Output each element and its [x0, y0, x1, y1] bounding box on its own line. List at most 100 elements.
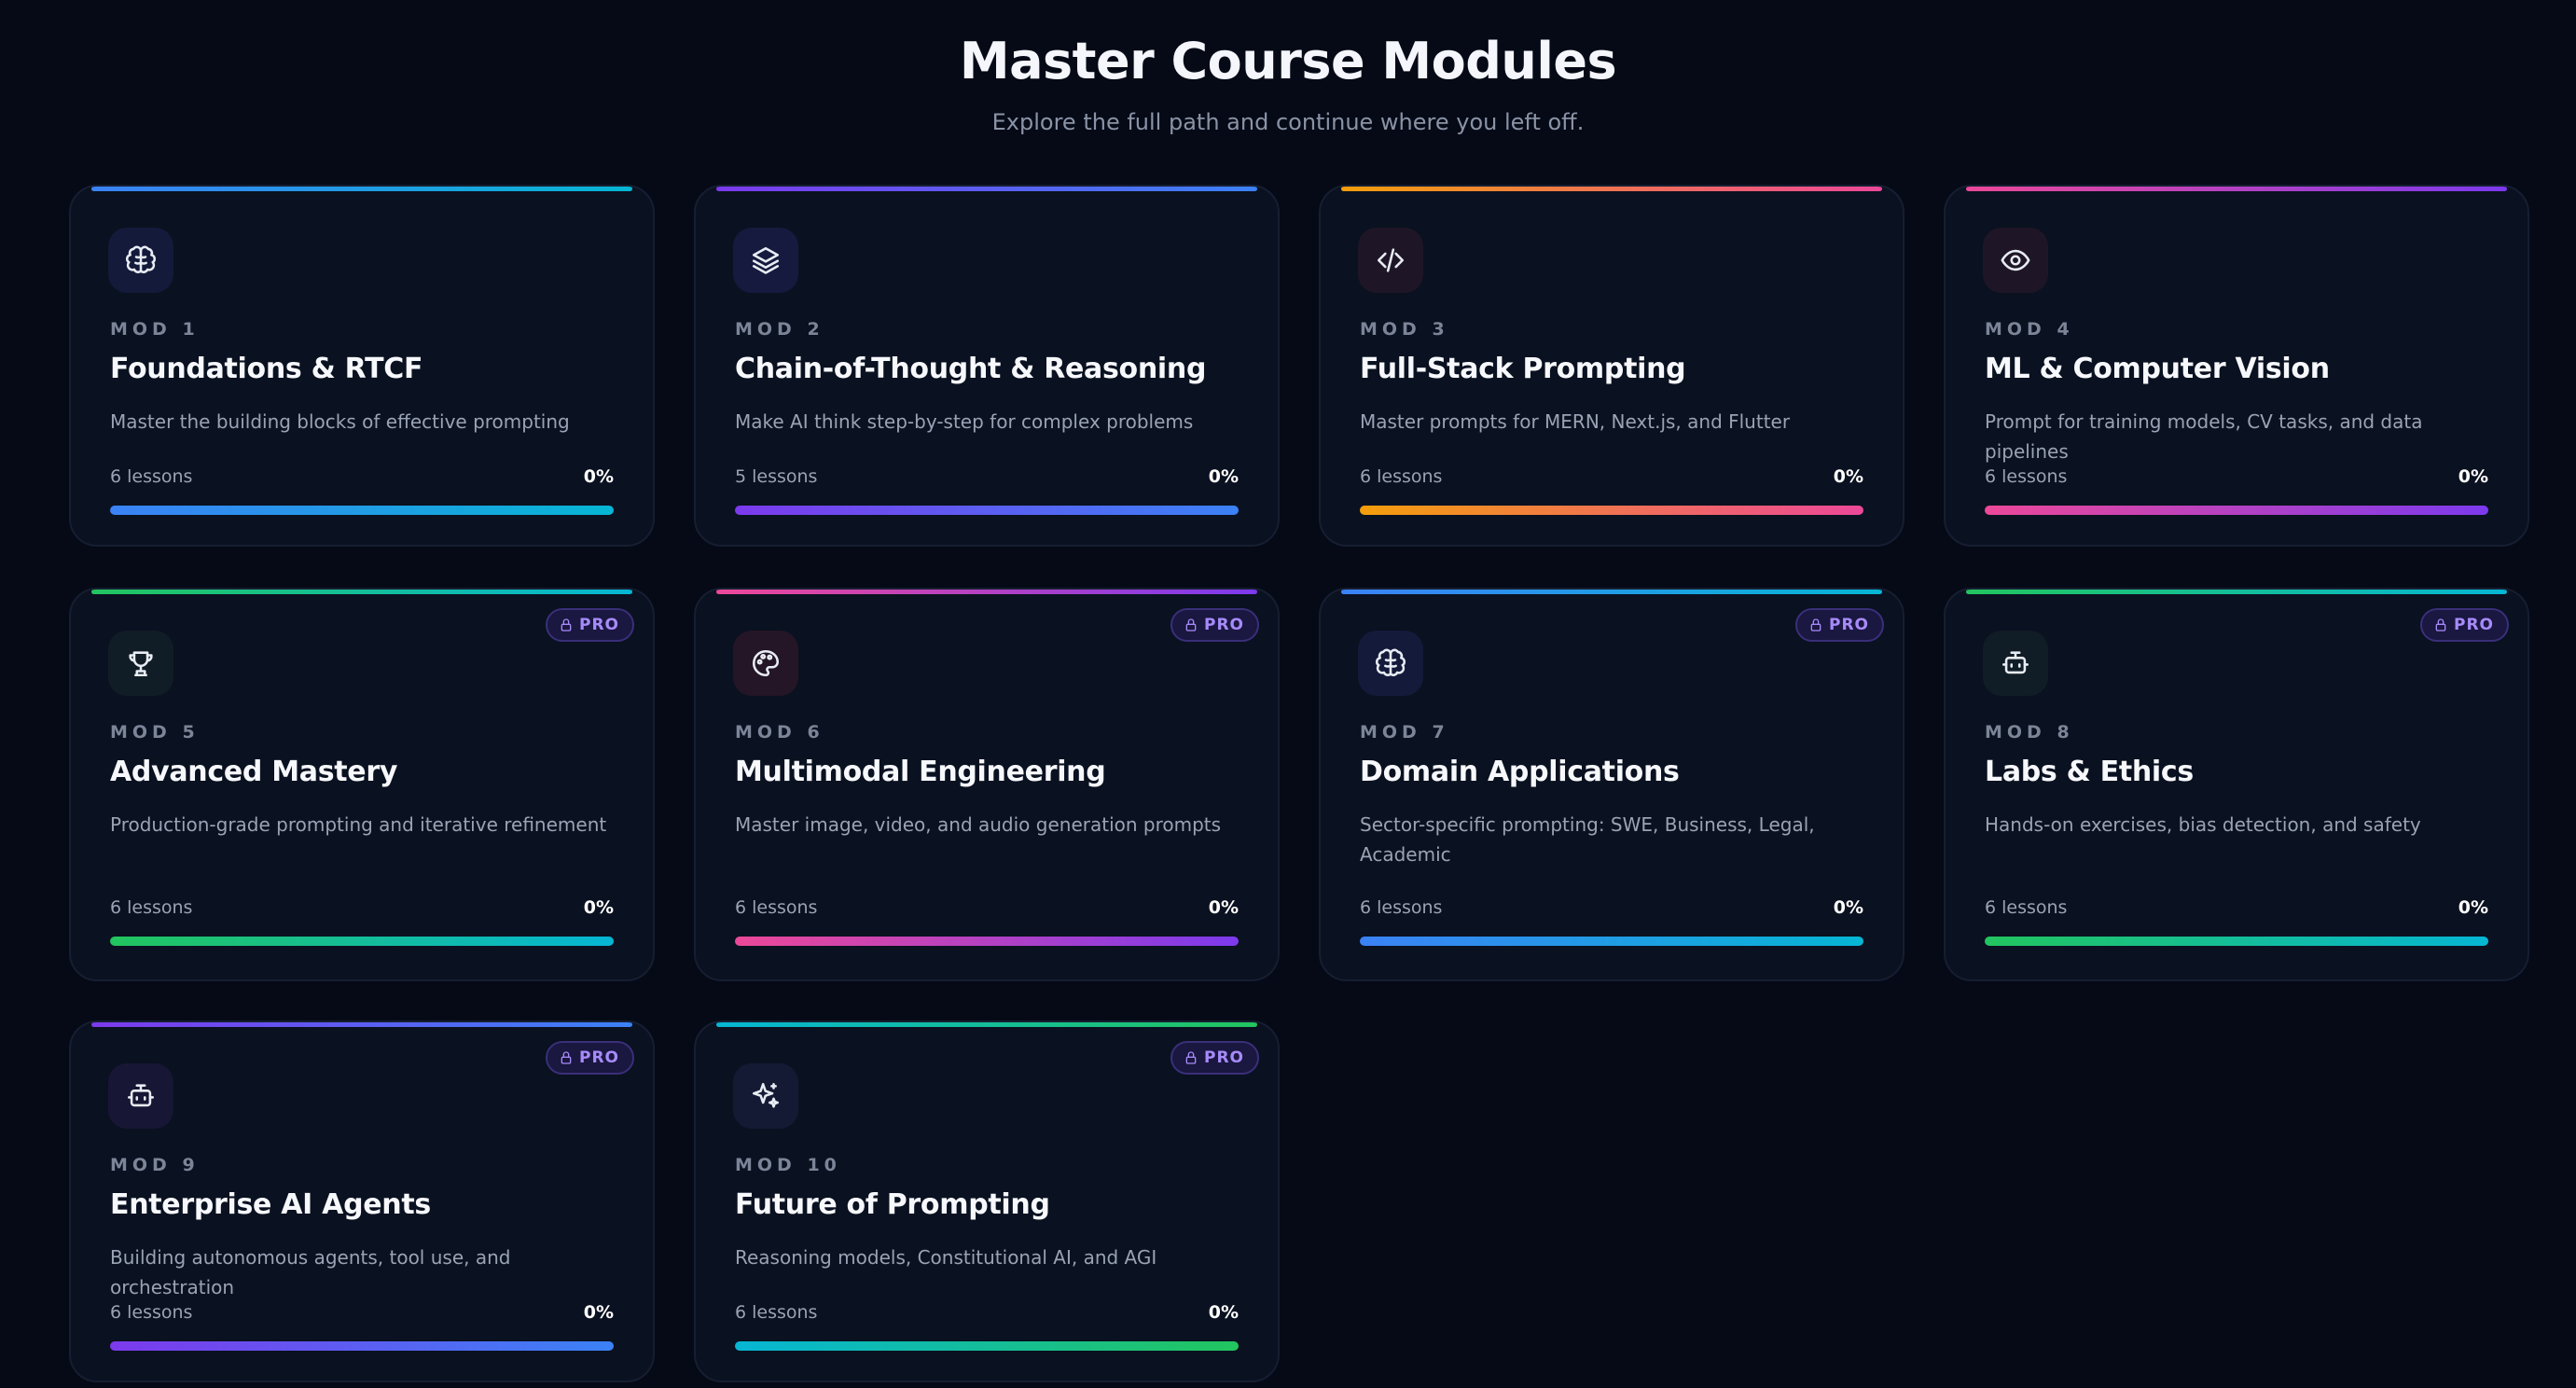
progress-percent: 0%: [1208, 466, 1239, 487]
module-number: MOD 10: [735, 1155, 841, 1175]
module-title: ML & Computer Vision: [1985, 353, 2330, 385]
card-accent-bar: [91, 187, 632, 191]
sparkles-icon: [752, 1082, 780, 1108]
module-icon-box: [108, 228, 173, 293]
module-card-1[interactable]: MOD 1 Foundations & RTCF Master the buil…: [69, 185, 655, 547]
module-meta: 6 lessons 0%: [1985, 466, 2488, 487]
progress-percent: 0%: [583, 466, 614, 487]
brain-icon: [1376, 648, 1406, 676]
lock-icon: [1810, 618, 1821, 632]
module-grid: MOD 1 Foundations & RTCF Master the buil…: [69, 185, 2529, 1382]
pro-badge: PRO: [545, 1041, 634, 1075]
module-description: Master image, video, and audio generatio…: [735, 813, 1222, 836]
lock-icon: [561, 1051, 572, 1064]
module-meta: 6 lessons 0%: [1360, 897, 1863, 918]
module-description: Building autonomous agents, tool use, an…: [110, 1246, 511, 1298]
progress-percent: 0%: [583, 1302, 614, 1323]
card-accent-bar: [716, 187, 1257, 191]
lesson-count: 6 lessons: [110, 1302, 193, 1323]
lesson-count: 6 lessons: [1360, 897, 1443, 918]
lock-icon: [1185, 618, 1197, 632]
lesson-count: 6 lessons: [110, 466, 193, 487]
pro-badge-label: PRO: [578, 616, 619, 634]
card-accent-bar: [1341, 187, 1882, 191]
module-number: MOD 3: [1360, 319, 1449, 340]
module-meta: 6 lessons 0%: [1985, 897, 2488, 918]
module-description: Sector-specific prompting: SWE, Business…: [1360, 813, 1815, 866]
page: Master Course Modules Explore the full p…: [0, 0, 2576, 1388]
module-description: Reasoning models, Constitutional AI, and…: [735, 1246, 1157, 1269]
module-description: Prompt for training models, CV tasks, an…: [1985, 410, 2423, 463]
module-card-3[interactable]: MOD 3 Full-Stack Prompting Master prompt…: [1319, 185, 1904, 547]
card-accent-bar: [1966, 590, 2507, 594]
bot-icon: [2001, 651, 2029, 674]
module-icon-box: [1358, 228, 1423, 293]
module-icon-box: [733, 228, 798, 293]
pro-badge: PRO: [1794, 608, 1884, 642]
progress-bar: [735, 506, 1239, 515]
pro-badge: PRO: [545, 608, 634, 642]
module-card-8[interactable]: PRO MOD 8 Labs & Ethics Hands-on exercis…: [1944, 588, 2529, 981]
module-icon-box: [1358, 631, 1423, 696]
module-number: MOD 6: [735, 722, 824, 743]
module-meta: 6 lessons 0%: [110, 1302, 614, 1323]
progress-bar: [110, 1341, 614, 1351]
module-card-4[interactable]: MOD 4 ML & Computer Vision Prompt for tr…: [1944, 185, 2529, 547]
module-number: MOD 1: [110, 319, 200, 340]
progress-percent: 0%: [2458, 897, 2488, 918]
module-card-6[interactable]: PRO MOD 6 Multimodal Engineering Master …: [694, 588, 1280, 981]
card-accent-bar: [1341, 590, 1882, 594]
module-title: Advanced Mastery: [110, 756, 398, 788]
module-title: Enterprise AI Agents: [110, 1188, 431, 1221]
eye-icon: [2001, 249, 2030, 271]
progress-bar: [110, 506, 614, 515]
layers-icon: [752, 246, 780, 274]
lesson-count: 6 lessons: [1360, 466, 1443, 487]
pro-badge-label: PRO: [2453, 616, 2494, 634]
module-meta: 5 lessons 0%: [735, 466, 1239, 487]
card-accent-bar: [91, 590, 632, 594]
progress-percent: 0%: [1833, 466, 1863, 487]
progress-bar: [1360, 937, 1863, 946]
progress-percent: 0%: [1833, 897, 1863, 918]
module-icon-box: [108, 631, 173, 696]
module-card-5[interactable]: PRO MOD 5 Advanced Mastery Production-gr…: [69, 588, 655, 981]
module-title: Foundations & RTCF: [110, 353, 423, 385]
lock-icon: [561, 618, 572, 632]
module-description: Master prompts for MERN, Next.js, and Fl…: [1360, 410, 1791, 433]
page-subtitle: Explore the full path and continue where…: [991, 109, 1585, 135]
module-description: Make AI think step-by-step for complex p…: [735, 410, 1194, 433]
module-number: MOD 7: [1360, 722, 1449, 743]
module-card-2[interactable]: MOD 2 Chain-of-Thought & Reasoning Make …: [694, 185, 1280, 547]
module-title: Domain Applications: [1360, 756, 1680, 788]
progress-bar: [1985, 506, 2488, 515]
module-title: Chain-of-Thought & Reasoning: [735, 353, 1207, 385]
module-card-10[interactable]: PRO MOD 10 Future of Prompting Reasoning…: [694, 1020, 1280, 1382]
pro-badge: PRO: [2419, 608, 2509, 642]
card-accent-bar: [1966, 187, 2507, 191]
progress-percent: 0%: [1208, 897, 1239, 918]
module-title: Labs & Ethics: [1985, 756, 2194, 788]
module-card-9[interactable]: PRO MOD 9 Enterprise AI Agents Building …: [69, 1020, 655, 1382]
module-meta: 6 lessons 0%: [110, 466, 614, 487]
module-title: Full-Stack Prompting: [1360, 353, 1686, 385]
lesson-count: 6 lessons: [1985, 466, 2068, 487]
lesson-count: 6 lessons: [735, 897, 818, 918]
code-icon: [1377, 248, 1405, 272]
progress-bar: [1985, 937, 2488, 946]
lock-icon: [2435, 618, 2446, 632]
card-accent-bar: [716, 1022, 1257, 1027]
pro-badge-label: PRO: [1203, 1048, 1244, 1067]
module-number: MOD 4: [1985, 319, 2074, 340]
lesson-count: 6 lessons: [735, 1302, 818, 1323]
progress-percent: 0%: [583, 897, 614, 918]
pro-badge: PRO: [1170, 608, 1259, 642]
progress-percent: 0%: [2458, 466, 2488, 487]
module-meta: 6 lessons 0%: [1360, 466, 1863, 487]
module-description: Production-grade prompting and iterative…: [110, 813, 607, 836]
pro-badge-label: PRO: [1828, 616, 1869, 634]
module-title: Multimodal Engineering: [735, 756, 1106, 788]
progress-bar: [735, 1341, 1239, 1351]
card-accent-bar: [716, 590, 1257, 594]
module-card-7[interactable]: PRO MOD 7 Domain Applications Sector-spe…: [1319, 588, 1904, 981]
